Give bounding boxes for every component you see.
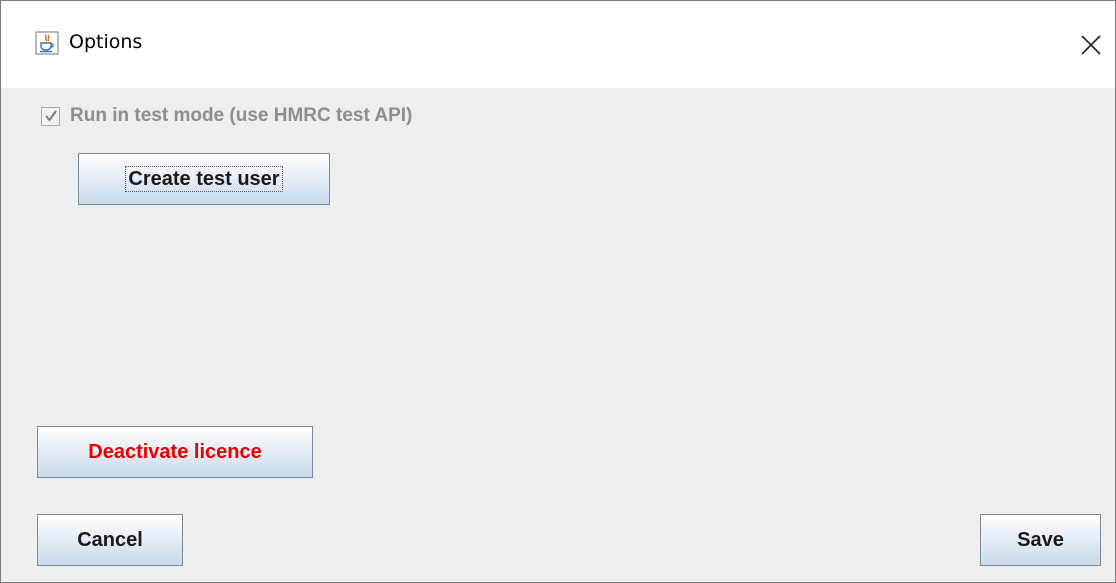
options-dialog: Options Run in test mode (use HMRC test … (0, 0, 1116, 583)
create-test-user-label: Create test user (125, 166, 283, 192)
deactivate-licence-button[interactable]: Deactivate licence (37, 426, 313, 478)
test-mode-checkbox[interactable] (41, 106, 60, 126)
test-mode-option[interactable]: Run in test mode (use HMRC test API) (41, 103, 412, 129)
title-bar: Options (1, 1, 1115, 88)
create-test-user-button[interactable]: Create test user (78, 153, 330, 205)
dialog-title: Options (69, 31, 143, 53)
save-button[interactable]: Save (980, 514, 1101, 566)
java-cup-icon (35, 31, 59, 55)
checkmark-icon (44, 110, 57, 122)
dialog-content: Run in test mode (use HMRC test API) Cre… (1, 88, 1115, 582)
cancel-button[interactable]: Cancel (37, 514, 183, 566)
close-icon[interactable] (1071, 25, 1111, 65)
test-mode-label: Run in test mode (use HMRC test API) (70, 105, 413, 126)
